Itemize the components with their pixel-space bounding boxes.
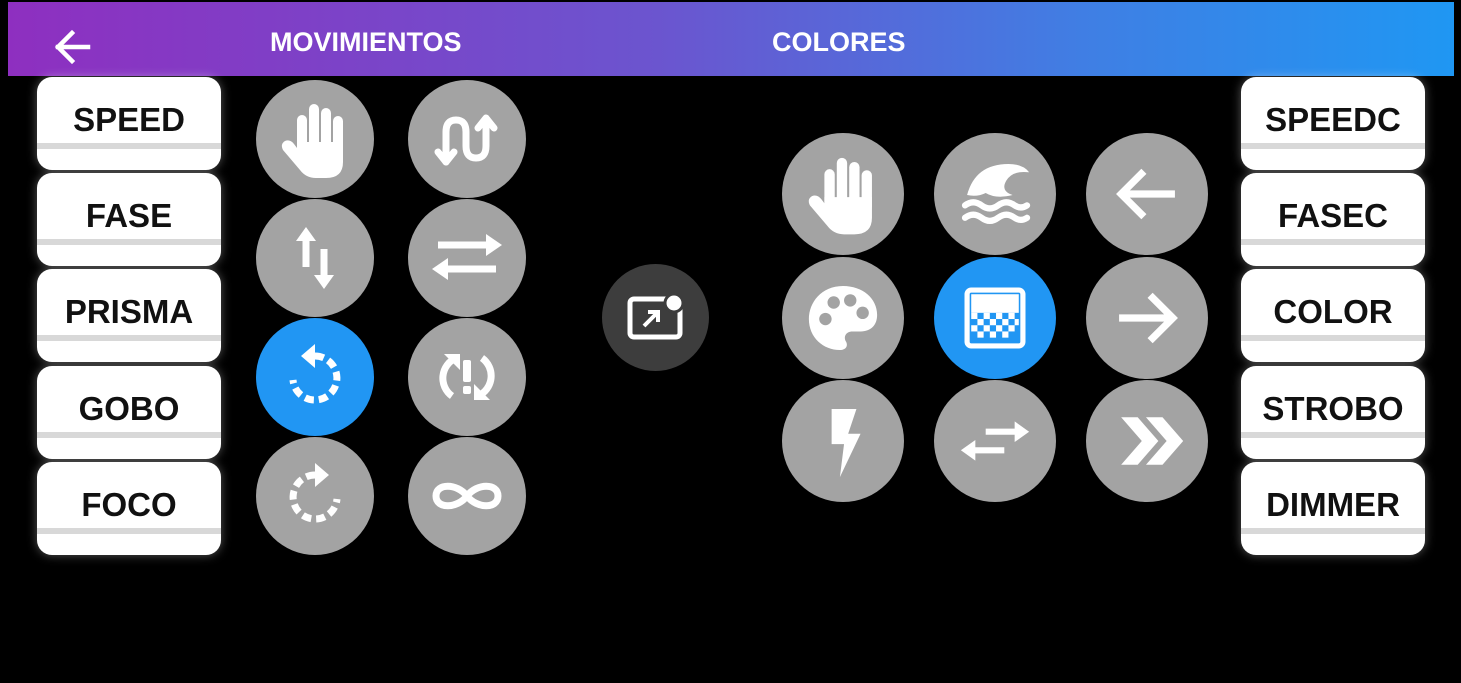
palette-icon — [808, 285, 878, 351]
divider — [37, 143, 221, 149]
divider — [1241, 432, 1425, 438]
gobo-button[interactable]: GOBO — [37, 366, 221, 459]
color-flash-button[interactable] — [782, 380, 904, 502]
u-turn-up-icon — [434, 114, 498, 166]
tsunami-icon — [961, 164, 1031, 224]
infinity-icon — [432, 482, 502, 510]
picture-in-picture-button[interactable] — [602, 264, 709, 371]
gradient-icon — [964, 287, 1026, 349]
hand-icon — [808, 157, 872, 235]
swap-arrows-icon — [960, 421, 1030, 461]
hand-icon — [281, 104, 343, 178]
movement-infinity-button[interactable] — [408, 437, 526, 555]
divider — [1241, 239, 1425, 245]
arrow-left-icon — [1116, 168, 1175, 220]
dimmer-label: DIMMER — [1266, 486, 1400, 523]
color-label: COLOR — [1273, 293, 1393, 330]
divider — [37, 335, 221, 341]
divider — [1241, 528, 1425, 534]
movement-uturn-button[interactable] — [408, 80, 526, 198]
color-swap-button[interactable] — [934, 380, 1056, 502]
speedc-label: SPEEDC — [1265, 101, 1401, 138]
gobo-label: GOBO — [78, 390, 180, 427]
foco-button[interactable]: FOCO — [37, 462, 221, 555]
divider — [1241, 143, 1425, 149]
rotate-counterclockwise-icon — [289, 344, 341, 404]
color-wave-button[interactable] — [934, 133, 1056, 255]
arrow-right-icon — [1119, 292, 1178, 344]
fase-button[interactable]: FASE — [37, 173, 221, 266]
picture-in-picture-icon — [627, 292, 685, 340]
color-palette-button[interactable] — [782, 257, 904, 379]
strobo-label: STROBO — [1262, 390, 1404, 427]
top-app-bar: MOVIMIENTOS COLORES — [8, 2, 1454, 76]
movement-rotate-left-button[interactable] — [256, 318, 374, 436]
movement-hand-button[interactable] — [256, 80, 374, 198]
color-button[interactable]: COLOR — [1241, 269, 1425, 362]
prisma-label: PRISMA — [64, 293, 194, 330]
divider — [1241, 335, 1425, 341]
speed-label: SPEED — [73, 101, 185, 138]
speed-button[interactable]: SPEED — [37, 77, 221, 170]
fasec-button[interactable]: FASEC — [1241, 173, 1425, 266]
color-arrow-left-button[interactable] — [1086, 133, 1208, 255]
divider — [37, 239, 221, 245]
tab-movimientos[interactable]: MOVIMIENTOS — [270, 24, 462, 60]
divider — [37, 528, 221, 534]
color-arrow-right-button[interactable] — [1086, 257, 1208, 379]
sync-problem-icon — [439, 354, 495, 400]
divider — [37, 432, 221, 438]
foco-label: FOCO — [81, 486, 177, 523]
swap-horizontal-icon — [432, 234, 502, 280]
movement-vertical-button[interactable] — [256, 199, 374, 317]
strobo-button[interactable]: STROBO — [1241, 366, 1425, 459]
color-fast-forward-button[interactable] — [1086, 380, 1208, 502]
arrow-back-icon[interactable] — [48, 24, 98, 70]
rotate-clockwise-icon — [289, 463, 341, 523]
fase-label: FASE — [85, 197, 173, 234]
swap-vertical-icon — [296, 227, 334, 289]
fasec-label: FASEC — [1277, 197, 1389, 234]
double-chevron-right-icon — [1121, 417, 1184, 465]
flash-icon — [831, 408, 861, 478]
tab-colores[interactable]: COLORES — [772, 24, 906, 60]
prisma-button[interactable]: PRISMA — [37, 269, 221, 362]
color-hand-button[interactable] — [782, 133, 904, 255]
color-gradient-button[interactable] — [934, 257, 1056, 379]
speedc-button[interactable]: SPEEDC — [1241, 77, 1425, 170]
dimmer-button[interactable]: DIMMER — [1241, 462, 1425, 555]
movement-rotate-right-button[interactable] — [256, 437, 374, 555]
movement-sync-problem-button[interactable] — [408, 318, 526, 436]
movement-horizontal-button[interactable] — [408, 199, 526, 317]
